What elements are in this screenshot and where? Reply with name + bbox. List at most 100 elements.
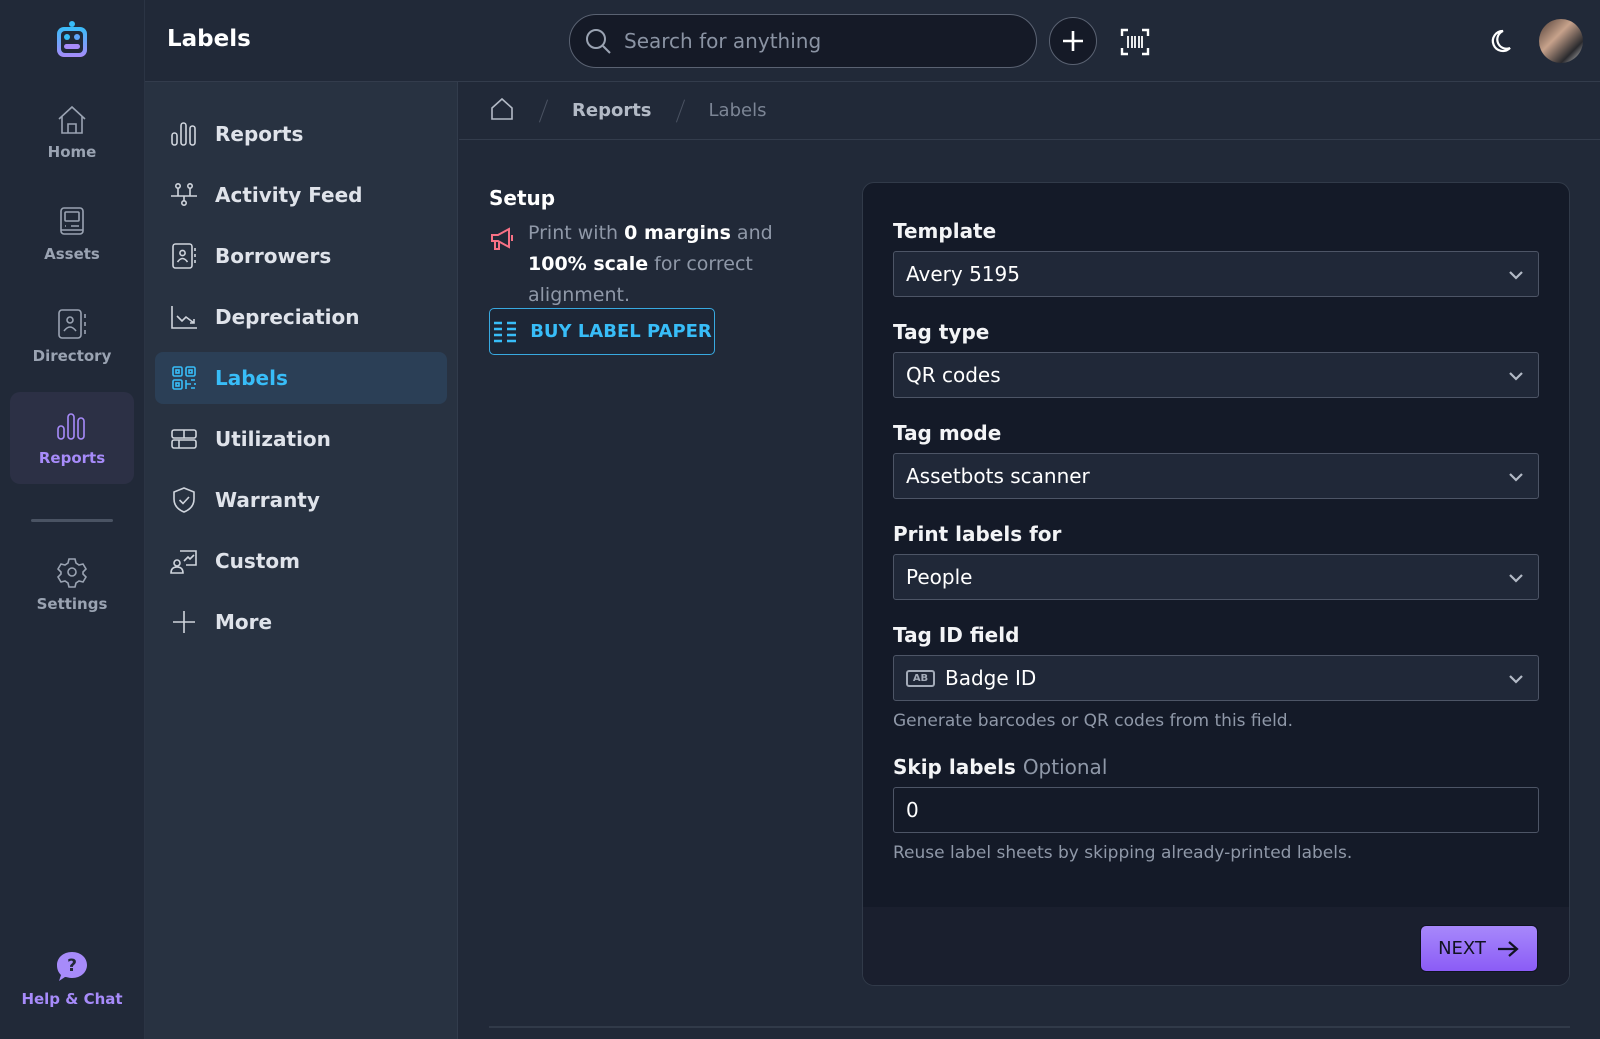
buy-label-paper-button[interactable]: BUY LABEL PAPER bbox=[489, 308, 715, 355]
chevron-down-icon bbox=[1509, 271, 1523, 280]
tag-id-field-value: Badge ID bbox=[945, 666, 1037, 690]
search-icon bbox=[586, 29, 611, 54]
search-box[interactable] bbox=[569, 14, 1037, 68]
breadcrumb: Reports Labels bbox=[459, 82, 1600, 140]
note-emphasis: 0 margins bbox=[624, 222, 731, 244]
skip-labels-help: Reuse label sheets by skipping already-p… bbox=[893, 843, 1353, 863]
user-avatar[interactable] bbox=[1539, 19, 1583, 63]
bar-chart-icon bbox=[171, 122, 196, 146]
print-labels-for-select[interactable]: People bbox=[893, 554, 1539, 600]
sidebar-item-warranty[interactable]: Warranty bbox=[155, 474, 447, 526]
label-settings-card: Template Avery 5195 Tag type QR codes Ta… bbox=[862, 182, 1570, 986]
template-select[interactable]: Avery 5195 bbox=[893, 251, 1539, 297]
rail-item-label: Home bbox=[47, 143, 97, 161]
tag-type-field: Tag type QR codes bbox=[893, 320, 1539, 398]
tag-type-select[interactable]: QR codes bbox=[893, 352, 1539, 398]
print-labels-for-value: People bbox=[906, 565, 973, 589]
print-labels-for-label: Print labels for bbox=[893, 522, 1062, 546]
tag-id-field: Tag ID field AB Badge ID Generate barcod… bbox=[893, 623, 1539, 731]
sidebar-item-labels[interactable]: Labels bbox=[155, 352, 447, 404]
chevron-down-icon bbox=[1509, 675, 1523, 684]
sidebar-item-more[interactable]: More bbox=[155, 596, 447, 648]
rail-item-label: Reports bbox=[38, 449, 106, 467]
next-label: NEXT bbox=[1438, 938, 1486, 959]
gear-icon bbox=[56, 558, 88, 588]
barcode-scan-button[interactable] bbox=[1115, 22, 1155, 62]
qr-code-icon bbox=[172, 366, 196, 390]
sidebar-item-label: Utilization bbox=[215, 427, 331, 451]
rail-item-label: Assets bbox=[44, 245, 100, 263]
template-value: Avery 5195 bbox=[906, 262, 1020, 286]
sidebar-item-utilization[interactable]: Utilization bbox=[155, 413, 447, 465]
tag-type-value: QR codes bbox=[906, 363, 1001, 387]
skip-labels-label: Skip labels Optional bbox=[893, 755, 1539, 779]
sidebar-item-custom[interactable]: Custom bbox=[155, 535, 447, 587]
help-chat-label: Help & Chat bbox=[21, 990, 123, 1008]
rail-item-directory[interactable]: Directory bbox=[10, 290, 134, 382]
tag-type-label: Tag type bbox=[893, 320, 990, 344]
tag-id-field-help: Generate barcodes or QR codes from this … bbox=[893, 711, 1294, 731]
depreciation-icon bbox=[171, 306, 197, 329]
tag-mode-select[interactable]: Assetbots scanner bbox=[893, 453, 1539, 499]
text-field-icon: AB bbox=[906, 669, 935, 687]
search-input[interactable] bbox=[624, 29, 1024, 53]
breadcrumb-separator bbox=[675, 99, 685, 122]
sidebar-item-reports[interactable]: Reports bbox=[155, 108, 447, 160]
activity-feed-icon bbox=[171, 182, 197, 206]
buy-label-paper-label: BUY LABEL PAPER bbox=[530, 321, 712, 342]
rail-item-label: Settings bbox=[36, 595, 108, 613]
primary-rail: Home Assets Directory Reports Settings ?… bbox=[0, 0, 145, 1039]
rail-item-settings[interactable]: Settings bbox=[10, 538, 134, 630]
rail-item-home[interactable]: Home bbox=[10, 86, 134, 178]
rail-item-assets[interactable]: Assets bbox=[10, 188, 134, 280]
note-text: and bbox=[730, 222, 773, 244]
sidebar-item-activity-feed[interactable]: Activity Feed bbox=[155, 169, 447, 221]
bottom-divider bbox=[489, 1026, 1570, 1028]
skip-labels-input[interactable] bbox=[893, 787, 1539, 833]
sidebar-item-label: Activity Feed bbox=[215, 183, 363, 207]
rail-item-label: Directory bbox=[32, 347, 112, 365]
directory-icon bbox=[58, 309, 86, 339]
sidebar-item-label: Borrowers bbox=[215, 244, 332, 268]
top-bar: Labels bbox=[145, 0, 1600, 82]
sidebar-item-label: Warranty bbox=[215, 488, 320, 512]
skip-labels-title: Skip labels bbox=[893, 755, 1016, 779]
custom-report-icon bbox=[170, 550, 197, 574]
rail-item-reports[interactable]: Reports bbox=[10, 392, 134, 484]
plus-icon bbox=[1063, 31, 1083, 51]
barcode-scan-icon bbox=[1120, 28, 1150, 56]
add-button[interactable] bbox=[1049, 17, 1097, 65]
rail-divider bbox=[31, 519, 113, 522]
template-label: Template bbox=[893, 219, 997, 243]
tag-mode-label: Tag mode bbox=[893, 421, 1002, 445]
theme-toggle-button[interactable] bbox=[1483, 24, 1517, 58]
tag-mode-field: Tag mode Assetbots scanner bbox=[893, 421, 1539, 499]
reports-icon bbox=[57, 413, 85, 440]
next-button[interactable]: NEXT bbox=[1420, 925, 1538, 972]
help-chat-icon: ? bbox=[57, 952, 87, 981]
tag-id-field-select[interactable]: AB Badge ID bbox=[893, 655, 1539, 701]
breadcrumb-reports[interactable]: Reports bbox=[572, 100, 652, 121]
breadcrumb-home[interactable] bbox=[489, 96, 515, 126]
shield-check-icon bbox=[173, 487, 195, 513]
help-chat-button[interactable]: ? Help & Chat bbox=[10, 950, 134, 1008]
skip-labels-field: Skip labels Optional Reuse label sheets … bbox=[893, 755, 1539, 863]
arrow-right-icon bbox=[1497, 940, 1519, 957]
sidebar-item-borrowers[interactable]: Borrowers bbox=[155, 230, 447, 282]
print-labels-for-field: Print labels for People bbox=[893, 522, 1539, 600]
chevron-down-icon bbox=[1509, 372, 1523, 381]
assetbots-logo-icon[interactable] bbox=[52, 20, 92, 60]
list-icon bbox=[494, 321, 517, 342]
sidebar-item-label: Depreciation bbox=[215, 305, 360, 329]
assets-icon bbox=[60, 207, 84, 235]
home-icon bbox=[491, 97, 513, 120]
utilization-icon bbox=[171, 429, 197, 449]
tag-mode-value: Assetbots scanner bbox=[906, 464, 1090, 488]
sidebar-item-depreciation[interactable]: Depreciation bbox=[155, 291, 447, 343]
breadcrumb-current: Labels bbox=[708, 100, 767, 121]
sidebar-item-label: More bbox=[215, 610, 273, 634]
sidebar-item-label: Custom bbox=[215, 549, 300, 573]
chevron-down-icon bbox=[1509, 473, 1523, 482]
setup-section: Setup Print with 0 margins and 100% scal… bbox=[489, 186, 829, 311]
sidebar-item-label: Labels bbox=[215, 366, 288, 390]
